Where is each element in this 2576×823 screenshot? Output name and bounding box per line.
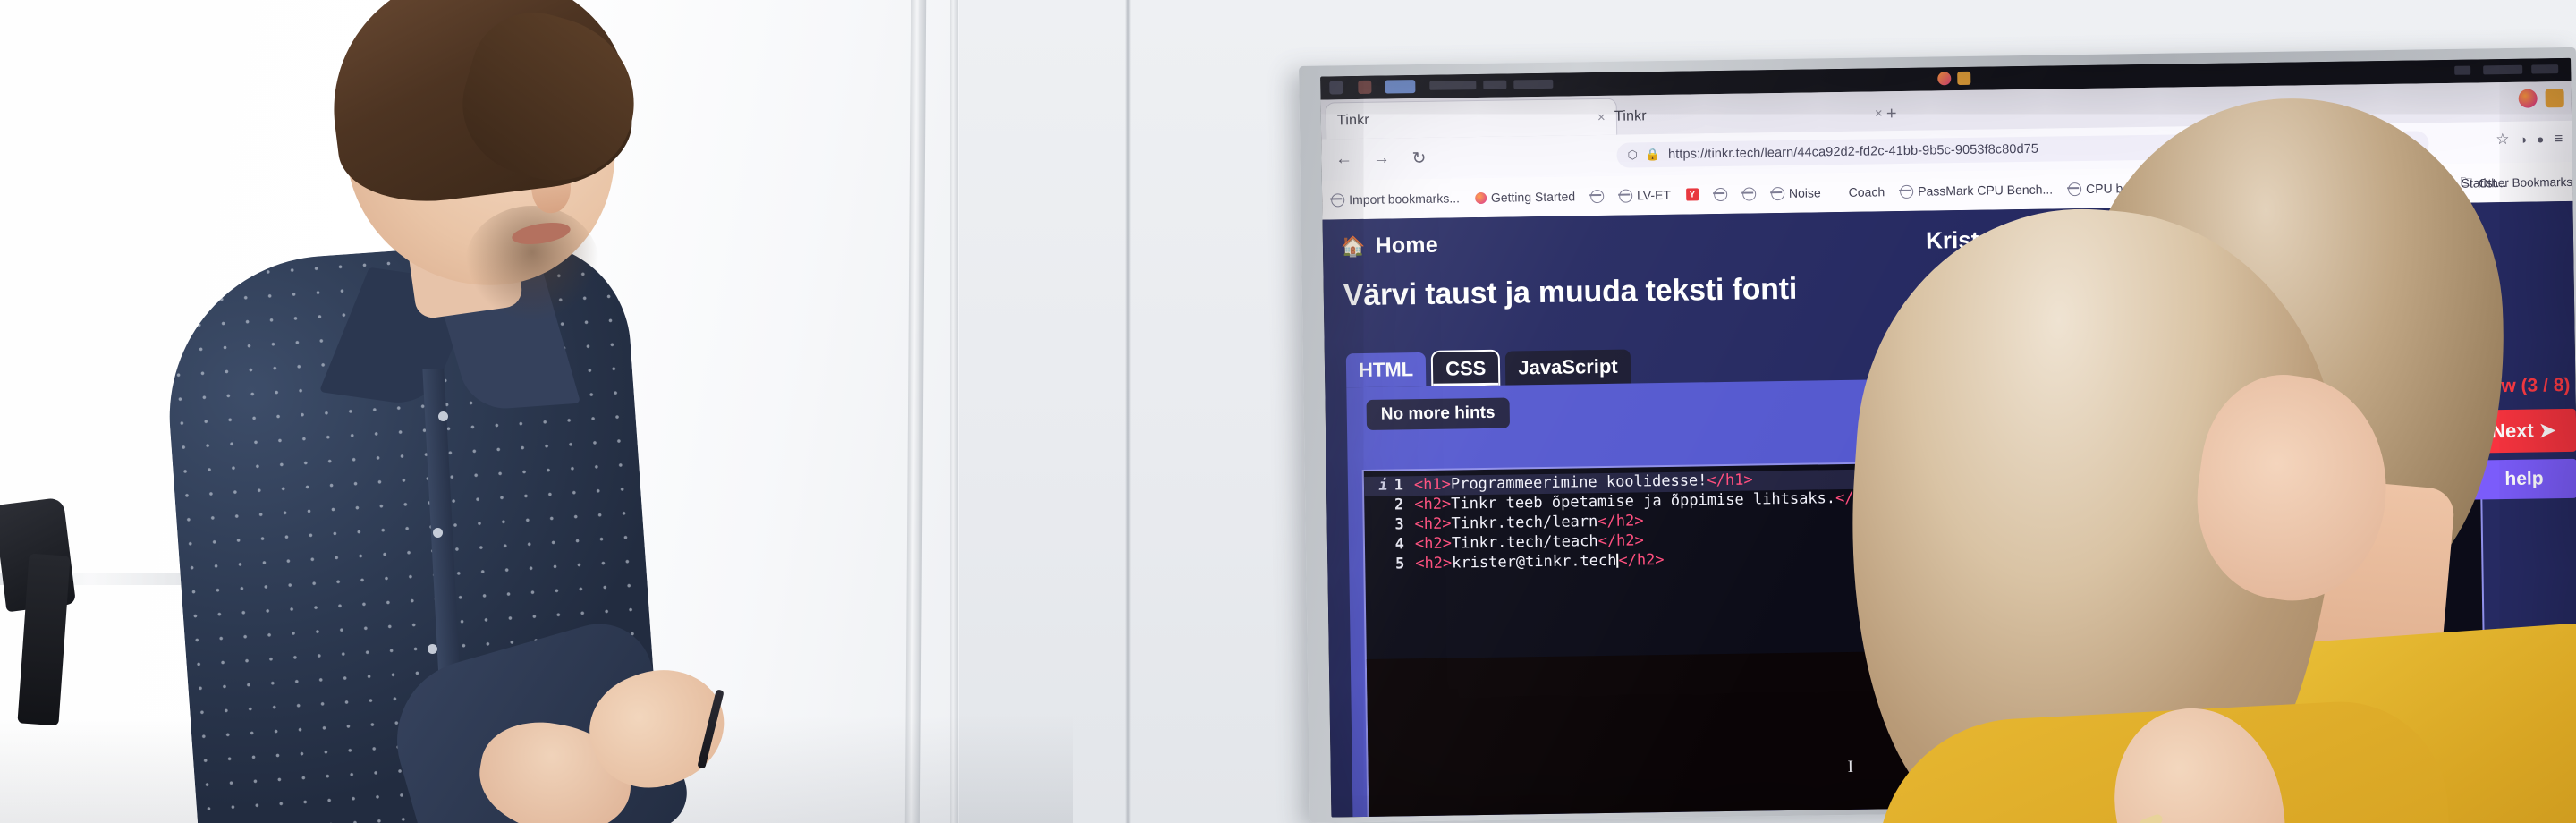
shirt-button: [433, 528, 443, 538]
tab-javascript[interactable]: JavaScript: [1505, 349, 1631, 386]
bookmark-label: LV-ET: [1636, 187, 1672, 203]
language-tabs: HTML CSS JavaScript: [1345, 349, 1631, 388]
tab-title: Tinkr: [1614, 108, 1647, 124]
globe-icon: [1713, 187, 1728, 201]
globe-icon: [1618, 188, 1633, 203]
house-icon: 🏠: [1340, 234, 1366, 258]
browser-tab-2[interactable]: Tinkr ×: [1604, 95, 1894, 135]
html-tag: <h2>: [1415, 554, 1453, 573]
tab-css[interactable]: CSS: [1432, 351, 1499, 386]
html-tag: <h1>: [1413, 475, 1452, 495]
presenter-person: [158, 0, 741, 823]
line-number: 3: [1394, 515, 1404, 534]
line-number: 4: [1394, 535, 1405, 554]
bookmark-lv-et[interactable]: LV-ET: [1615, 186, 1674, 205]
code-text: <h2>Tinkr.tech/learn</h2>: [1414, 512, 1643, 533]
code-content: krister@tinkr.tech: [1452, 551, 1617, 573]
shield-icon[interactable]: ⬡: [1627, 148, 1638, 162]
os-title-text: [1513, 79, 1554, 89]
globe-icon: [1770, 186, 1785, 200]
browser-tab-1[interactable]: Tinkr ×: [1326, 98, 1617, 140]
os-tray-icon[interactable]: [1937, 72, 1952, 86]
shirt-button: [438, 412, 448, 421]
os-app-icon[interactable]: [1329, 81, 1343, 95]
code-text: <h2>krister@tinkr.tech </h2>: [1415, 551, 1665, 573]
bookmark-coach[interactable]: Coach: [1845, 182, 1889, 201]
os-clock: [2531, 64, 2559, 74]
reload-icon[interactable]: ↻: [1403, 143, 1435, 174]
tab-html[interactable]: HTML: [1345, 352, 1427, 388]
html-tag: </h2>: [1597, 531, 1644, 551]
y-icon: Y: [1685, 188, 1699, 201]
bookmark-globe-2[interactable]: [1710, 185, 1731, 202]
lesson-title: Värvi taust ja muuda teksti fonti: [1343, 271, 1798, 313]
bookmark-label: Getting Started: [1490, 189, 1576, 205]
lock-icon: 🔒: [1645, 148, 1661, 162]
url-text: https://tinkr.tech/learn/44ca92d2-fd2c-4…: [1667, 141, 2039, 162]
bookmark-label: Noise: [1788, 185, 1821, 200]
html-tag: <h2>: [1414, 534, 1453, 554]
bookmark-globe-1[interactable]: [1587, 187, 1607, 204]
html-tag: <h2>: [1414, 495, 1452, 514]
os-tray-text: [2454, 65, 2471, 75]
os-app-icon[interactable]: [1358, 80, 1372, 95]
line-number: 5: [1394, 555, 1405, 573]
wall-seam: [1125, 0, 1131, 823]
os-title-text: [1483, 80, 1507, 89]
tab-close-icon[interactable]: ×: [1852, 106, 1883, 122]
html-tag: </h2>: [1618, 551, 1665, 570]
globe-icon: [1589, 189, 1605, 203]
bookmark-label: PassMark CPU Bench...: [1918, 182, 2054, 199]
back-icon[interactable]: ←: [1328, 144, 1360, 175]
shirt-button: [428, 644, 437, 654]
firefox-icon: [1474, 191, 1487, 204]
learner-front-person: [1825, 194, 2459, 823]
hint-button[interactable]: No more hints: [1366, 397, 1510, 430]
tab-title: Tinkr: [1336, 112, 1369, 129]
html-tag: </h2>: [1597, 512, 1644, 531]
home-label: Home: [1375, 232, 1439, 259]
bookmark-getting-started[interactable]: Getting Started: [1471, 187, 1579, 207]
info-marker-icon[interactable]: i: [1378, 477, 1388, 495]
bookmark-passmark[interactable]: PassMark CPU Bench...: [1896, 180, 2056, 200]
code-text: <h2>Tinkr.tech/teach</h2>: [1415, 531, 1644, 553]
globe-icon: [1900, 184, 1914, 199]
os-app-icon[interactable]: [1385, 80, 1416, 94]
code-content: Tinkr.tech/teach: [1451, 532, 1598, 553]
html-tag: </h1>: [1707, 471, 1753, 490]
tab-close-icon[interactable]: ×: [1574, 109, 1606, 125]
presenter-beard: [465, 206, 599, 322]
bookmark-y[interactable]: Y: [1682, 186, 1702, 202]
code-text: <h1>Programmeerimine koolidesse!</h1>: [1414, 471, 1753, 495]
os-tray-icon[interactable]: [1957, 71, 1971, 86]
new-tab-button[interactable]: +: [1886, 104, 1897, 124]
line-number: 2: [1394, 496, 1404, 514]
html-tag: <h2>: [1414, 514, 1452, 534]
code-content: Tinkr.tech/learn: [1451, 513, 1598, 533]
code-content: Programmeerimine koolidesse!: [1450, 471, 1707, 494]
bookmark-globe-3[interactable]: [1739, 185, 1759, 202]
globe-icon: [2067, 182, 2082, 196]
os-tray-text: [2483, 64, 2523, 75]
forward-icon[interactable]: →: [1366, 143, 1397, 174]
bookmark-label: Coach: [1848, 184, 1885, 199]
os-title-text: [1429, 81, 1477, 90]
classroom-scene: Tinkr × Tinkr × + ← → ↻ ⬡ 🔒 https://tink…: [0, 0, 2576, 823]
bookmark-import[interactable]: Import bookmarks...: [1327, 189, 1463, 208]
bookmark-label: Import bookmarks...: [1349, 191, 1461, 208]
bookmark-noise[interactable]: Noise: [1767, 183, 1825, 202]
import-icon: [1331, 192, 1345, 207]
window-mullion: [950, 0, 958, 823]
home-link[interactable]: 🏠 Home: [1341, 233, 1438, 260]
line-number: i1: [1378, 476, 1404, 495]
globe-icon: [1741, 186, 1757, 201]
